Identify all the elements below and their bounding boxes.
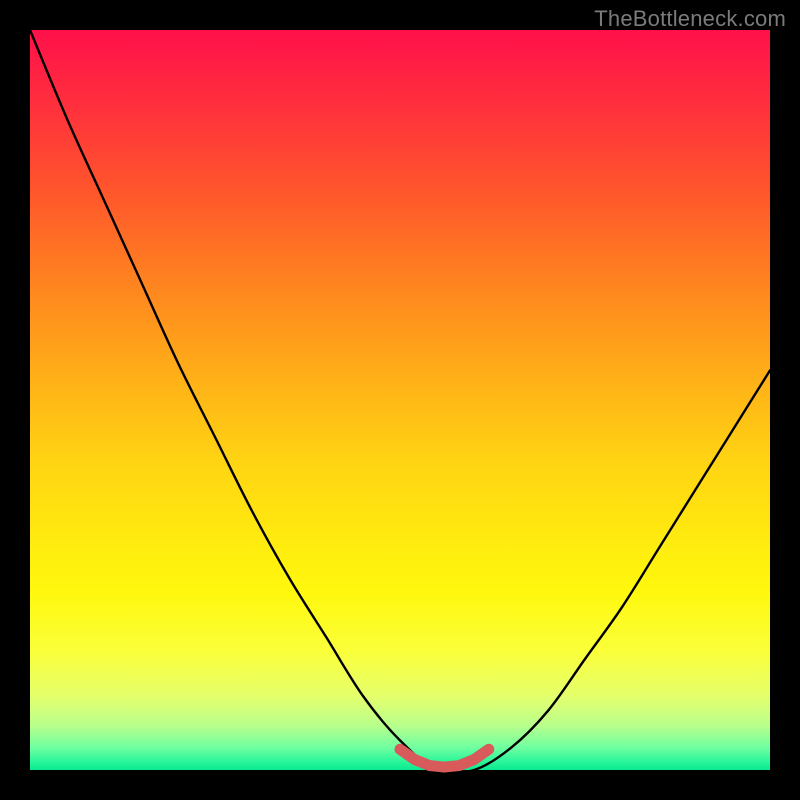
watermark-text: TheBottleneck.com xyxy=(594,6,786,32)
optimal-zone-marker xyxy=(400,749,489,767)
chart-frame: TheBottleneck.com xyxy=(0,0,800,800)
bottleneck-curve xyxy=(30,30,770,773)
plot-area xyxy=(30,30,770,770)
chart-svg xyxy=(30,30,770,770)
